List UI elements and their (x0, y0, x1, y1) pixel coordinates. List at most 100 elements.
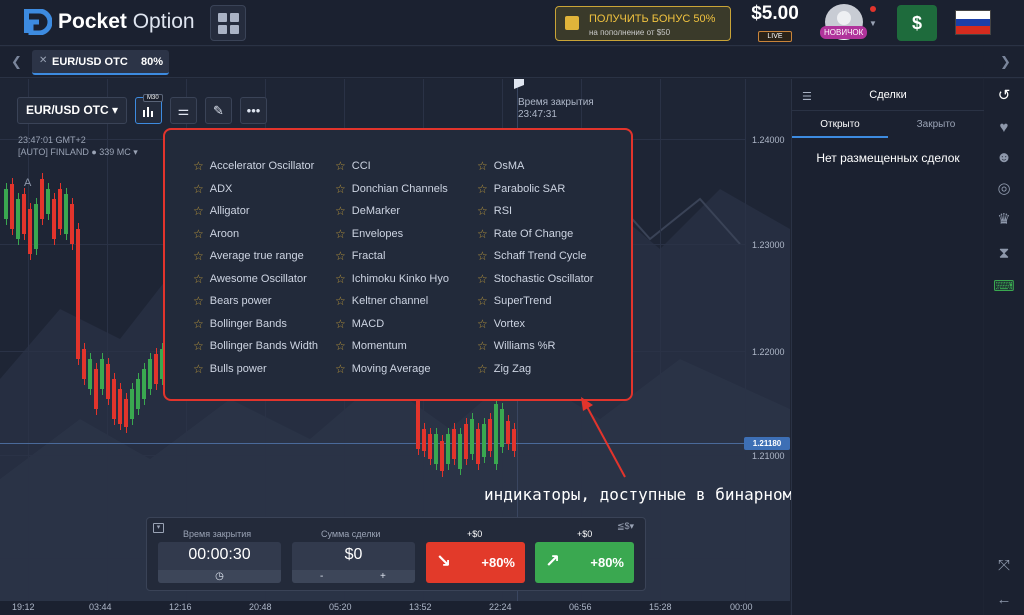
star-icon[interactable]: ☆ (477, 317, 488, 331)
left-arrow-icon[interactable]: ← (984, 585, 1024, 615)
star-icon[interactable]: ☆ (193, 159, 204, 173)
indicator-item[interactable]: ☆ Bollinger Bands (193, 313, 318, 336)
amount-field[interactable]: $0 - + (292, 542, 415, 583)
indicator-item[interactable]: ☆ Stochastic Oscillator (477, 268, 593, 291)
star-icon[interactable]: ☆ (335, 294, 346, 308)
indicator-item[interactable]: ☆ DeMarker (335, 200, 449, 223)
indicator-label: Ichimoku Kinko Hyo (351, 272, 449, 285)
indicator-item[interactable]: ☆ ADX (193, 178, 318, 201)
indicator-item[interactable]: ☆ CCI (335, 155, 449, 178)
star-icon[interactable]: ☆ (335, 317, 346, 331)
increase-button[interactable]: + (380, 570, 386, 583)
indicator-item[interactable]: ☆ Bollinger Bands Width (193, 335, 318, 358)
star-icon[interactable]: ☆ (193, 317, 204, 331)
star-icon[interactable]: ☆ (193, 249, 204, 263)
sell-down-button[interactable]: ↘ +80% (426, 542, 525, 583)
more-button[interactable]: ••• (240, 97, 267, 124)
keyboard-icon[interactable]: ⌨ (984, 272, 1024, 302)
logo[interactable]: Pocket Option (22, 8, 195, 36)
decrease-button[interactable]: - (320, 570, 323, 583)
star-icon[interactable]: ☆ (335, 159, 346, 173)
indicator-item[interactable]: ☆ Keltner channel (335, 290, 449, 313)
heart-pulse-icon[interactable]: ♥ (984, 113, 1024, 143)
tab-closed[interactable]: Закрыто (888, 112, 984, 138)
star-icon[interactable]: ☆ (335, 249, 346, 263)
indicators-button[interactable]: ⚌ (170, 97, 197, 124)
star-icon[interactable]: ☆ (477, 362, 488, 376)
star-icon[interactable]: ☆ (193, 294, 204, 308)
bonus-banner[interactable]: ПОЛУЧИТЬ БОНУС 50% на пополнение от $50 (555, 6, 731, 41)
deposit-button[interactable]: $ (897, 5, 937, 41)
star-icon[interactable]: ☆ (193, 272, 204, 286)
hourglass-icon[interactable]: ⧗ (984, 239, 1024, 269)
target-icon[interactable]: ◎ (984, 174, 1024, 204)
buy-up-button[interactable]: ↗ +80% (535, 542, 634, 583)
history-icon[interactable]: ↺ (984, 81, 1024, 111)
indicator-item[interactable]: ☆ SuperTrend (477, 290, 593, 313)
star-icon[interactable]: ☆ (193, 204, 204, 218)
star-icon[interactable]: ☆ (477, 159, 488, 173)
language-flag-icon[interactable] (955, 10, 991, 35)
indicator-item[interactable]: ☆ Bears power (193, 290, 318, 313)
indicator-item[interactable]: ☆ Alligator (193, 200, 318, 223)
apps-grid-button[interactable] (210, 5, 246, 41)
star-icon[interactable]: ☆ (477, 182, 488, 196)
star-icon[interactable]: ☆ (477, 249, 488, 263)
star-icon[interactable]: ☆ (335, 272, 346, 286)
star-icon[interactable]: ☆ (335, 339, 346, 353)
indicator-item[interactable]: ☆ Fractal (335, 245, 449, 268)
app-root: Pocket Option ПОЛУЧИТЬ БОНУС 50% на попо… (0, 0, 1024, 615)
star-icon[interactable]: ☆ (477, 339, 488, 353)
star-icon[interactable]: ☆ (193, 182, 204, 196)
tab-open[interactable]: Открыто (792, 112, 888, 138)
star-icon[interactable]: ☆ (193, 227, 204, 241)
pair-selector[interactable]: EUR/USD OTC ▾ (17, 97, 127, 124)
indicator-item[interactable]: ☆ Bulls power (193, 358, 318, 381)
server-info[interactable]: [AUTO] FINLAND ● 339 МС ▾ (18, 147, 138, 158)
star-icon[interactable]: ☆ (193, 362, 204, 376)
star-icon[interactable]: ☆ (193, 339, 204, 353)
star-icon[interactable]: ☆ (335, 182, 346, 196)
star-icon[interactable]: ☆ (335, 362, 346, 376)
indicator-item[interactable]: ☆ Zig Zag (477, 358, 593, 381)
indicator-item[interactable]: ☆ Momentum (335, 335, 449, 358)
close-icon[interactable]: ✕ (39, 55, 47, 66)
indicator-item[interactable]: ☆ Accelerator Oscillator (193, 155, 318, 178)
star-icon[interactable]: ☆ (335, 227, 346, 241)
balance-widget[interactable]: $5.00 LIVE (746, 3, 804, 43)
indicator-label: Alligator (209, 205, 250, 218)
indicator-item[interactable]: ☆ Rate Of Change (477, 223, 593, 246)
indicator-item[interactable]: ☆ Moving Average (335, 358, 449, 381)
star-icon[interactable]: ☆ (477, 294, 488, 308)
people-icon[interactable]: ☻ (984, 143, 1024, 173)
indicator-item[interactable]: ☆ Williams %R (477, 335, 593, 358)
indicator-item[interactable]: ☆ Donchian Channels (335, 178, 449, 201)
trophy-icon[interactable]: ♛ (984, 205, 1024, 235)
indicator-item[interactable]: ☆ Schaff Trend Cycle (477, 245, 593, 268)
indicator-item[interactable]: ☆ Vortex (477, 313, 593, 336)
clock-icon[interactable]: ◷ (158, 570, 281, 583)
chevron-down-icon[interactable]: ▼ (869, 19, 877, 28)
tabs-right-arrow-icon[interactable]: ❯ (1000, 54, 1011, 70)
drawing-button[interactable]: ✎ (205, 97, 232, 124)
no-deals-message: Нет размещенных сделок (816, 151, 960, 165)
indicator-item[interactable]: ☆ Ichimoku Kinko Hyo (335, 268, 449, 291)
indicator-item[interactable]: ☆ OsMA (477, 155, 593, 178)
indicator-item[interactable]: ☆ Parabolic SAR (477, 178, 593, 201)
collapse-icon[interactable]: ▾ (153, 523, 164, 533)
indicator-item[interactable]: ☆ Average true range (193, 245, 318, 268)
currency-toggle[interactable]: ≦$▾ (617, 521, 634, 532)
indicator-item[interactable]: ☆ Envelopes (335, 223, 449, 246)
asset-tab[interactable]: ✕ EUR/USD OTC 80% (32, 50, 169, 75)
indicator-item[interactable]: ☆ MACD (335, 313, 449, 336)
star-icon[interactable]: ☆ (477, 204, 488, 218)
star-icon[interactable]: ☆ (477, 272, 488, 286)
indicator-item[interactable]: ☆ Aroon (193, 223, 318, 246)
expiry-field[interactable]: 00:00:30 ◷ (158, 542, 281, 583)
indicator-item[interactable]: ☆ Awesome Oscillator (193, 268, 318, 291)
tabs-left-arrow-icon[interactable]: ❮ (11, 54, 22, 70)
fullscreen-icon[interactable]: ⤧ (984, 551, 1024, 581)
indicator-item[interactable]: ☆ RSI (477, 200, 593, 223)
star-icon[interactable]: ☆ (477, 227, 488, 241)
star-icon[interactable]: ☆ (335, 204, 346, 218)
